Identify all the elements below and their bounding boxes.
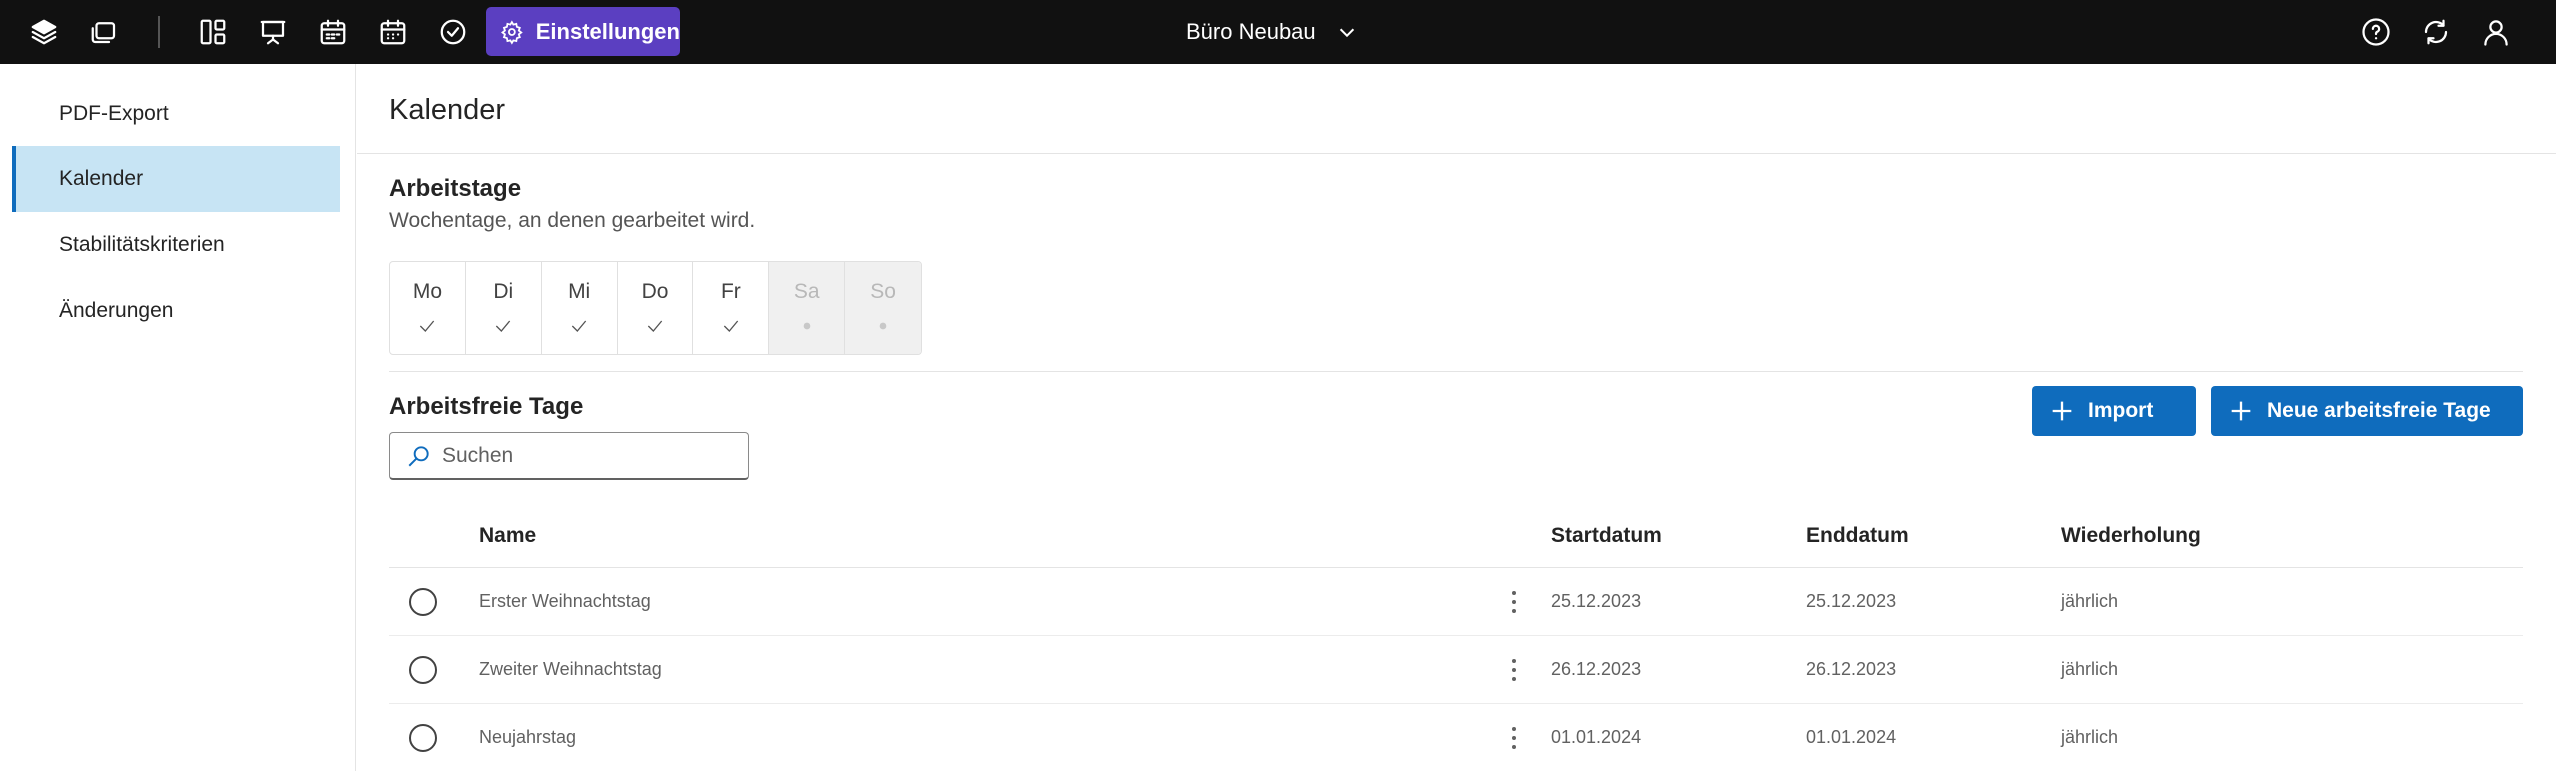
sidebar-item-label: PDF-Export: [59, 102, 169, 125]
row-select-radio[interactable]: [409, 724, 437, 752]
check-icon: [647, 320, 663, 332]
row-select-radio[interactable]: [409, 656, 437, 684]
toolbar-divider: [158, 16, 160, 48]
dashboard-icon[interactable]: [193, 12, 233, 52]
project-name: Büro Neubau: [1186, 19, 1316, 44]
section-divider: [389, 371, 2523, 372]
chevron-down-icon: [1339, 28, 1354, 38]
table-row[interactable]: Neujahrstag 01.01.2024 01.01.2024 jährli…: [389, 704, 2523, 771]
cell-start-date: 25.12.2023: [1551, 591, 1642, 611]
gear-icon: [501, 19, 523, 45]
table-row[interactable]: Erster Weihnachtstag 25.12.2023 25.12.20…: [389, 568, 2523, 636]
row-select-radio[interactable]: [409, 588, 437, 616]
page-header: Kalender: [357, 64, 2556, 154]
check-icon: [420, 320, 435, 332]
cell-end-date: 01.01.2024: [1806, 727, 1897, 747]
weekday-label: Di: [493, 280, 514, 303]
weekday-toggle-mo[interactable]: Mo: [390, 262, 466, 354]
check-icon: [723, 320, 739, 332]
cell-name: Erster Weihnachtstag: [479, 591, 651, 611]
cell-end-date: 26.12.2023: [1806, 659, 1897, 679]
cell-repeat: jährlich: [2061, 727, 2119, 747]
sidebar-item-label: Änderungen: [59, 299, 174, 322]
check-icon: [572, 320, 587, 332]
column-header-repeat[interactable]: Wiederholung: [2061, 524, 2201, 548]
plus-icon: [2052, 401, 2072, 421]
cell-start-date: 26.12.2023: [1551, 659, 1642, 679]
cell-repeat: jährlich: [2061, 659, 2119, 679]
dot-icon: [879, 322, 887, 330]
calendar-schedule-icon[interactable]: [313, 12, 353, 52]
sidebar-item-label: Stabilitätskriterien: [59, 233, 225, 256]
search-icon: [408, 445, 429, 466]
column-header-end[interactable]: Enddatum: [1806, 524, 1909, 548]
import-button[interactable]: Import: [2032, 386, 2196, 436]
layers-icon[interactable]: [24, 12, 64, 52]
help-icon[interactable]: [2356, 12, 2396, 52]
weekday-label: Mo: [412, 280, 443, 303]
import-button-label: Import: [2088, 399, 2154, 422]
check-circle-icon[interactable]: [433, 12, 473, 52]
sync-icon[interactable]: [2416, 12, 2456, 52]
sidebar-item-stabilitaetskriterien[interactable]: Stabilitätskriterien: [12, 212, 340, 278]
cell-name: Zweiter Weihnachtstag: [479, 659, 662, 679]
settings-button[interactable]: Einstellungen: [486, 7, 680, 56]
sidebar-item-aenderungen[interactable]: Änderungen: [12, 278, 340, 344]
sidebar-item-kalender[interactable]: Kalender: [12, 146, 340, 212]
presentation-icon[interactable]: [253, 12, 293, 52]
weekday-toggle-fr[interactable]: Fr: [693, 262, 770, 354]
project-selector[interactable]: Büro Neubau: [1186, 14, 1358, 50]
cell-start-date: 01.01.2024: [1551, 727, 1642, 747]
top-navigation-bar: Einstellungen Büro Neubau: [0, 0, 2556, 64]
weekday-label: Sa: [793, 280, 820, 303]
page-title: Kalender: [389, 94, 506, 126]
more-options-icon[interactable]: [1499, 584, 1529, 620]
cell-end-date: 25.12.2023: [1806, 591, 1897, 611]
add-holiday-button-label: Neue arbeitsfreie Tage: [2267, 399, 2491, 422]
search-input[interactable]: [442, 443, 722, 468]
weekday-label: Fr: [720, 280, 741, 303]
cell-repeat: jährlich: [2061, 591, 2119, 611]
column-header-name[interactable]: Name: [479, 524, 536, 548]
sidebar-item-pdf-export[interactable]: PDF-Export: [12, 81, 340, 147]
weekday-toggle-so[interactable]: So: [845, 262, 921, 354]
more-options-icon[interactable]: [1499, 652, 1529, 688]
sidebar-item-label: Kalender: [59, 167, 144, 190]
weekday-selector: Mo Di Mi Do Fr Sa So: [389, 261, 922, 355]
cell-name: Neujahrstag: [479, 727, 577, 747]
weekday-label: Do: [641, 280, 669, 303]
more-options-icon[interactable]: [1499, 720, 1529, 756]
plus-icon: [2231, 401, 2251, 421]
user-icon[interactable]: [2476, 12, 2516, 52]
settings-sidebar: PDF-Export Kalender Stabilitätskriterien…: [0, 64, 356, 771]
workdays-subtitle: Wochentage, an denen gearbeitet wird.: [389, 209, 756, 232]
workdays-title: Arbeitstage: [389, 175, 522, 202]
table-row[interactable]: Zweiter Weihnachtstag 26.12.2023 26.12.2…: [389, 636, 2523, 704]
calendar-icon[interactable]: [373, 12, 413, 52]
search-field[interactable]: [389, 432, 749, 480]
holidays-title: Arbeitsfreie Tage: [389, 393, 584, 420]
check-icon: [496, 320, 511, 332]
weekday-label: So: [870, 280, 896, 303]
column-header-start[interactable]: Startdatum: [1551, 524, 1662, 548]
stack-icon[interactable]: [84, 12, 124, 52]
add-holiday-button[interactable]: Neue arbeitsfreie Tage: [2211, 386, 2523, 436]
weekday-toggle-di[interactable]: Di: [466, 262, 542, 354]
weekday-label: Mi: [568, 280, 591, 303]
settings-button-label: Einstellungen: [535, 18, 680, 44]
weekday-toggle-mi[interactable]: Mi: [542, 262, 618, 354]
weekday-toggle-sa[interactable]: Sa: [769, 262, 846, 354]
weekday-toggle-do[interactable]: Do: [618, 262, 694, 354]
dot-icon: [803, 322, 811, 330]
